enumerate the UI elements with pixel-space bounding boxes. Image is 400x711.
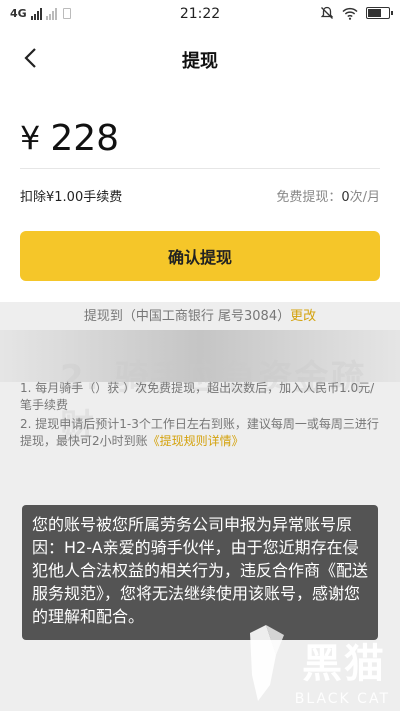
amount-display[interactable]: ¥ 228 [20, 110, 380, 166]
page-title: 提现 [182, 51, 218, 72]
free-unit: 次/月 [349, 190, 380, 205]
bank-account: 提现到（中国工商银行 尾号3084） [83, 309, 291, 324]
note-2: 2. 提现申请后预计1-3个工作日左右到账，建议每周一或每周三进行提现，最快可2… [20, 416, 380, 450]
currency-symbol: ¥ [20, 119, 41, 157]
free-count: 0 [341, 190, 350, 205]
status-bar: 4G 21:22 [0, 0, 400, 30]
note-1: 1. 每月骑手（）获 ）次免费提现，超出次数后，加入人民币1.0元/笔手续费 [20, 381, 375, 412]
fee-text: 扣除¥1.00手续费 [20, 190, 123, 205]
note-item: 2. 提现申请后预计1-3个工作日左右到账，建议每周一或每周三进行提现，最快可2… [20, 416, 380, 450]
rules-detail-link[interactable]: 《提现规则详情》 [148, 434, 244, 448]
amount-value: 228 [50, 117, 120, 159]
confirm-withdraw-button[interactable]: 确认提现 [20, 231, 380, 281]
status-icons [320, 6, 393, 20]
wifi-icon [342, 7, 358, 20]
change-bank-link[interactable]: 更改 [290, 309, 316, 324]
divider [20, 168, 380, 169]
nav-bar: 提现 [0, 30, 400, 86]
account-suspended-toast: 您的账号被您所属劳务公司申报为异常账号原因：H2-A亲爱的骑手伙伴，由于您近期存… [22, 505, 378, 640]
bank-account-line: 提现到（中国工商银行 尾号3084）更改 [0, 305, 400, 324]
free-label: 免费提现： [276, 190, 342, 205]
withdraw-screen: 4G 21:22 提现 ¥ 228 扣除¥1.00手续费 免费提现：0次/月 确… [0, 0, 400, 711]
free-withdraw-count: 免费提现：0次/月 [276, 186, 380, 205]
withdraw-notes: 1. 每月骑手（）获 ）次免费提现，超出次数后，加入人民币1.0元/笔手续费 2… [20, 380, 380, 452]
brand-name-en: BLACK CAT [294, 691, 390, 707]
battery-icon [366, 7, 393, 19]
mute-icon [320, 6, 334, 19]
brand-name-cn: 黑猫 [302, 641, 386, 687]
note-item: 1. 每月骑手（）获 ）次免费提现，超出次数后，加入人民币1.0元/笔手续费 [20, 380, 380, 414]
